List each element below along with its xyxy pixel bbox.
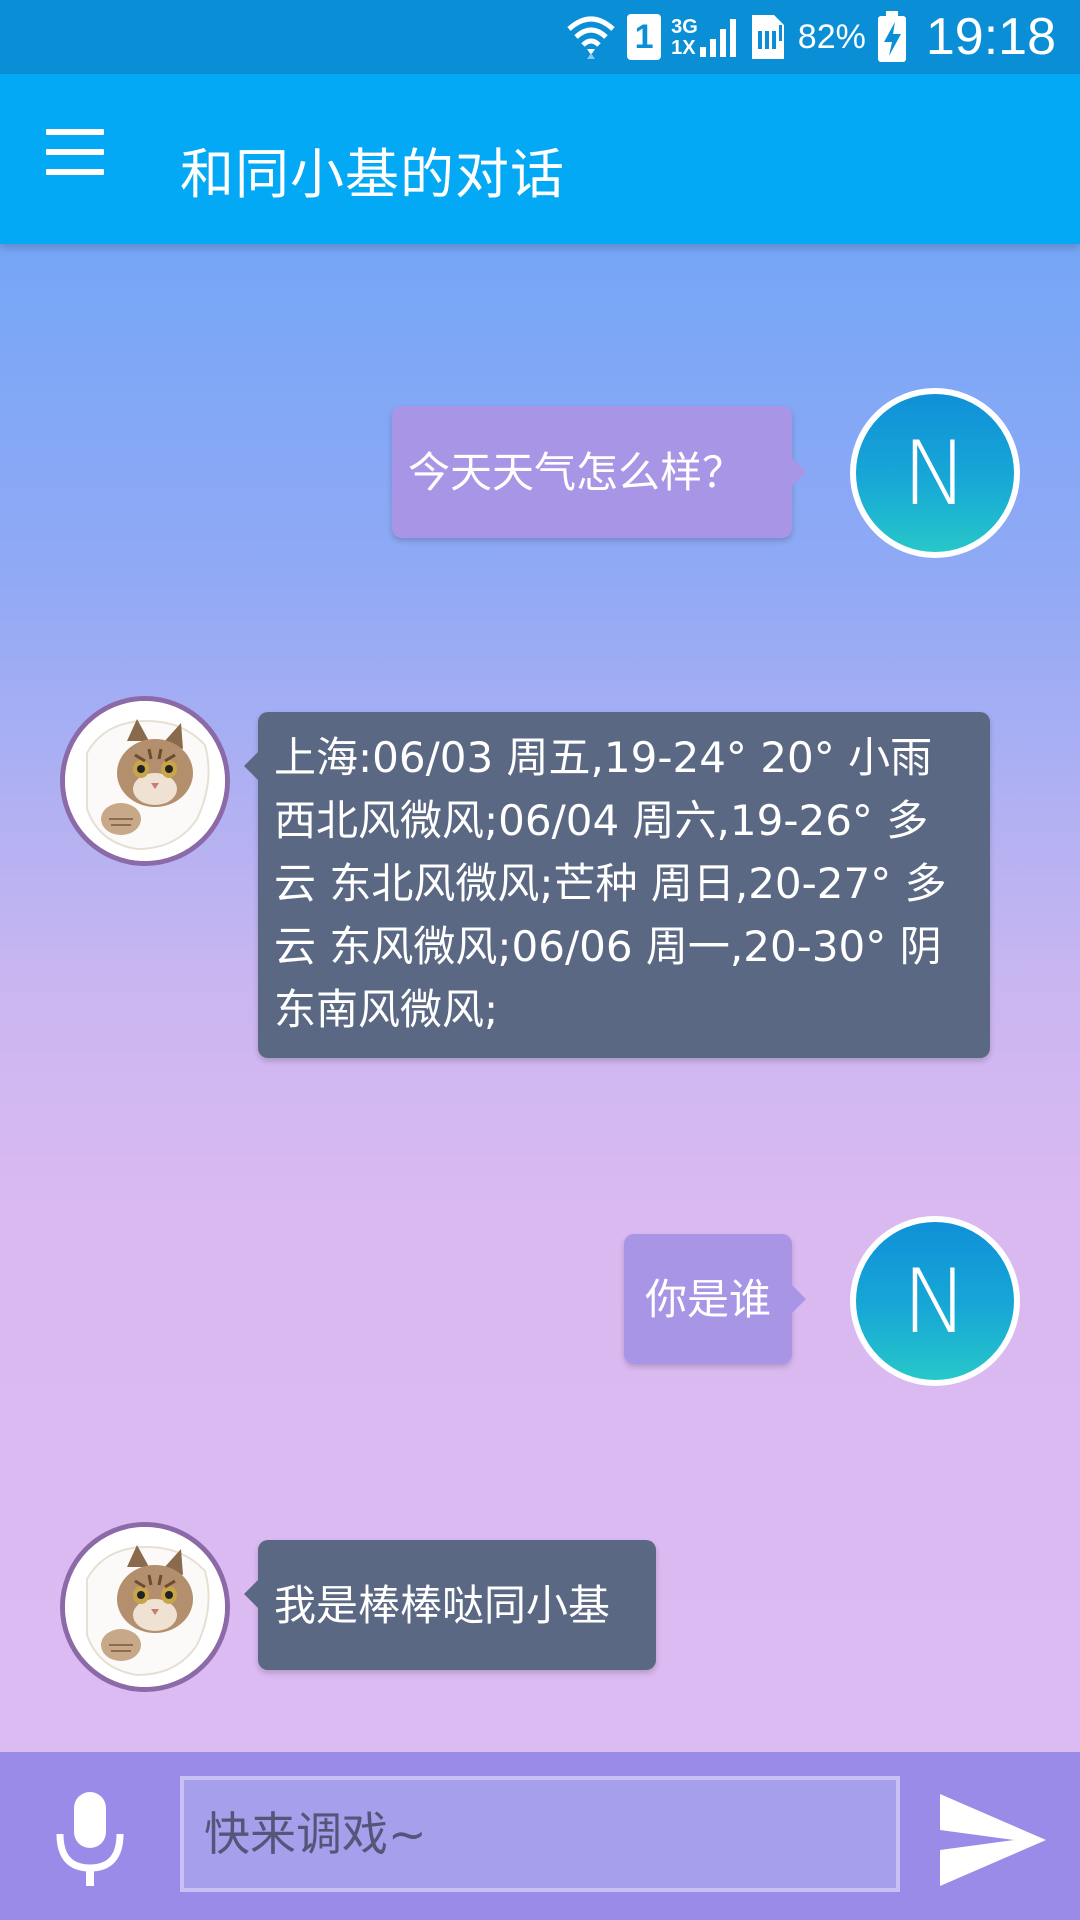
bot-message-bubble: 上海:06/03 周五,19-24° 20° 小雨 西北风微风;06/04 周六…	[244, 712, 990, 1058]
page-title: 和同小基的对话	[180, 145, 565, 205]
cat-avatar-icon	[65, 1527, 225, 1687]
app-bar: 和同小基的对话	[0, 74, 1080, 244]
user-message-bubble: 你是谁	[624, 1234, 806, 1364]
message-text: 你是谁	[644, 1274, 771, 1324]
avatar-letter: N	[902, 421, 968, 525]
network-type-top: 3G	[671, 16, 698, 38]
message-text: 我是棒棒哒同小基	[274, 1580, 611, 1630]
user-avatar[interactable]: N	[850, 388, 1020, 558]
hamburger-menu-icon[interactable]	[46, 129, 116, 189]
sim-card-icon	[751, 15, 784, 59]
bot-avatar[interactable]	[60, 696, 230, 866]
wifi-icon	[567, 16, 615, 59]
message-text: 今天天气怎么样？	[408, 447, 745, 497]
message-line: 上海:06/03 周五,19-24° 20° 小雨	[274, 733, 933, 782]
send-icon[interactable]	[938, 1792, 1048, 1888]
input-bar	[0, 1752, 1080, 1920]
sim-slot-label: 1	[634, 18, 654, 56]
user-avatar[interactable]: N	[850, 1216, 1020, 1386]
cat-avatar-icon	[65, 701, 225, 861]
clock: 19:18	[925, 8, 1056, 66]
battery-percent: 82%	[797, 17, 866, 56]
bot-message-bubble: 我是棒棒哒同小基	[244, 1540, 656, 1670]
bot-avatar[interactable]	[60, 1522, 230, 1692]
message-input[interactable]	[180, 1776, 900, 1892]
status-bar: 1 3G 1X 82% 19:18	[0, 0, 1080, 74]
network-type-bottom: 1X	[671, 37, 696, 59]
message-line: 东南风微风;	[274, 985, 499, 1034]
microphone-icon[interactable]	[52, 1790, 128, 1890]
sim-slot-icon: 1	[627, 14, 662, 60]
message-line: 西北风微风;06/04 周六,19-26° 多	[274, 796, 929, 845]
battery-charging-icon	[877, 11, 906, 62]
status-icons: 1 3G 1X 82% 19:18	[565, 0, 1056, 74]
message-line: 云 东风微风;06/06 周一,20-30° 阴	[274, 922, 942, 971]
signal-strength-icon	[699, 19, 736, 57]
network-type: 3G 1X	[671, 15, 738, 59]
user-message-bubble: 今天天气怎么样？	[392, 406, 806, 538]
avatar-letter: N	[902, 1249, 968, 1353]
message-line: 云 东北风微风;芒种 周日,20-27° 多	[274, 859, 947, 908]
